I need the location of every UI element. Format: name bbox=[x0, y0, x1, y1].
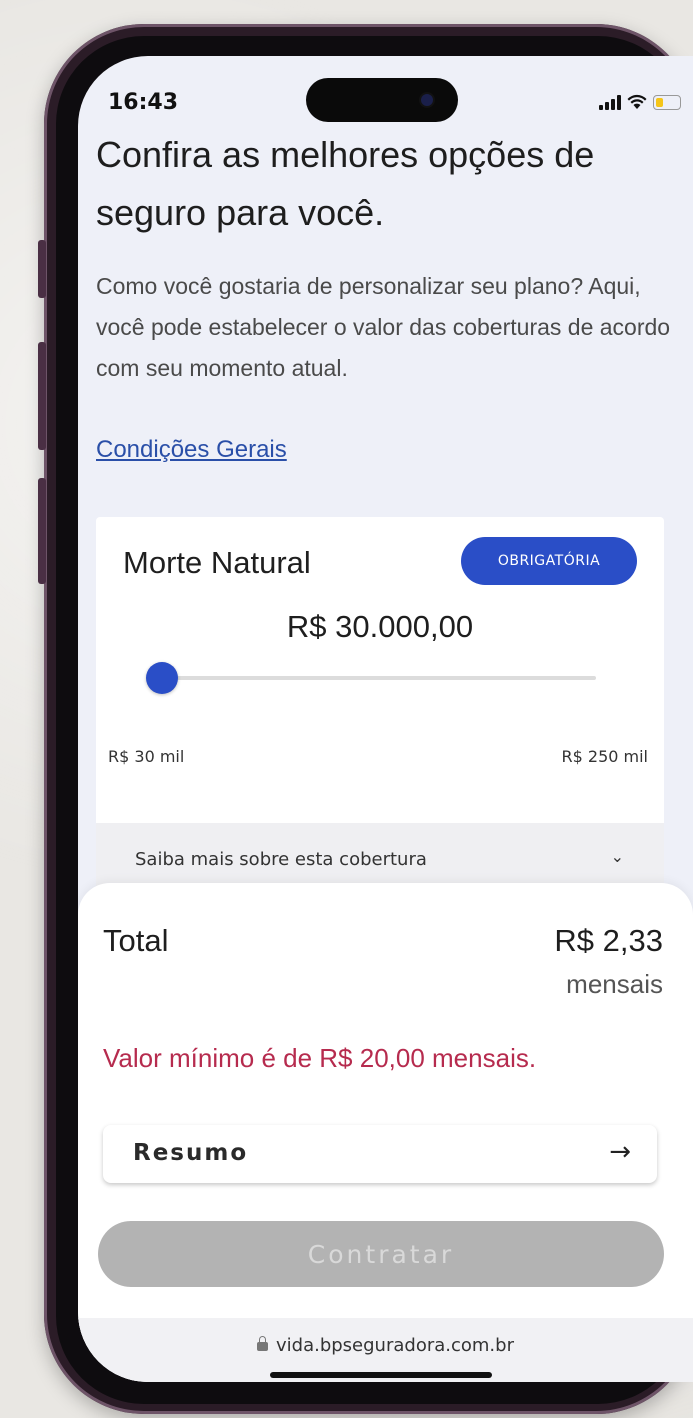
coverage-amount: R$ 30.000,00 bbox=[286, 609, 474, 644]
contratar-button[interactable]: Contratar bbox=[98, 1221, 664, 1287]
chevron-down-icon: ⌄ bbox=[610, 847, 624, 866]
coverage-slider-thumb[interactable] bbox=[146, 662, 178, 694]
wifi-icon bbox=[627, 94, 647, 109]
status-time: 16:43 bbox=[108, 90, 179, 115]
url-display: vida.bpseguradora.com.br bbox=[78, 1335, 693, 1356]
phone-action-button bbox=[38, 240, 46, 298]
total-period: mensais bbox=[566, 969, 663, 999]
page-heading: Confira as melhores opções de seguro par… bbox=[96, 134, 595, 233]
phone-volume-up-button bbox=[38, 342, 46, 450]
coverage-card: Morte Natural OBRIGATÓRIA R$ 30.000,00 R… bbox=[96, 517, 664, 897]
total-value: R$ 2,33 bbox=[554, 923, 663, 958]
coverage-slider-track[interactable] bbox=[156, 676, 596, 680]
battery-level bbox=[656, 97, 663, 107]
battery-icon bbox=[653, 94, 681, 110]
coverage-title: Morte Natural bbox=[123, 545, 311, 580]
summary-bottom-sheet: Total R$ 2,33 mensais Valor mínimo é de … bbox=[78, 883, 693, 1382]
slider-min-label: R$ 30 mil bbox=[108, 747, 185, 766]
lock-icon bbox=[257, 1336, 268, 1351]
general-conditions-link[interactable]: Condições Gerais bbox=[96, 436, 287, 464]
arrow-right-icon: → bbox=[609, 1137, 631, 1167]
phone-screen: 16:43 Confira as melhores opções de segu… bbox=[78, 56, 693, 1382]
url-text: vida.bpseguradora.com.br bbox=[276, 1335, 514, 1356]
dynamic-island bbox=[306, 78, 458, 122]
minimum-value-warning: Valor mínimo é de R$ 20,00 mensais. bbox=[103, 1043, 537, 1073]
front-camera-icon bbox=[421, 94, 433, 106]
home-indicator[interactable] bbox=[270, 1372, 492, 1378]
status-icons bbox=[599, 94, 681, 110]
intro-text: Como você gostaria de personalizar seu p… bbox=[96, 273, 671, 381]
more-info-label: Saiba mais sobre esta cobertura bbox=[135, 849, 427, 870]
total-label: Total bbox=[103, 923, 169, 958]
phone-volume-down-button bbox=[38, 478, 46, 584]
slider-max-label: R$ 250 mil bbox=[561, 747, 648, 766]
cellular-signal-icon bbox=[599, 94, 621, 110]
resumo-button[interactable]: Resumo → bbox=[103, 1125, 657, 1183]
mandatory-badge: OBRIGATÓRIA bbox=[461, 537, 637, 585]
resumo-label: Resumo bbox=[133, 1140, 249, 1166]
